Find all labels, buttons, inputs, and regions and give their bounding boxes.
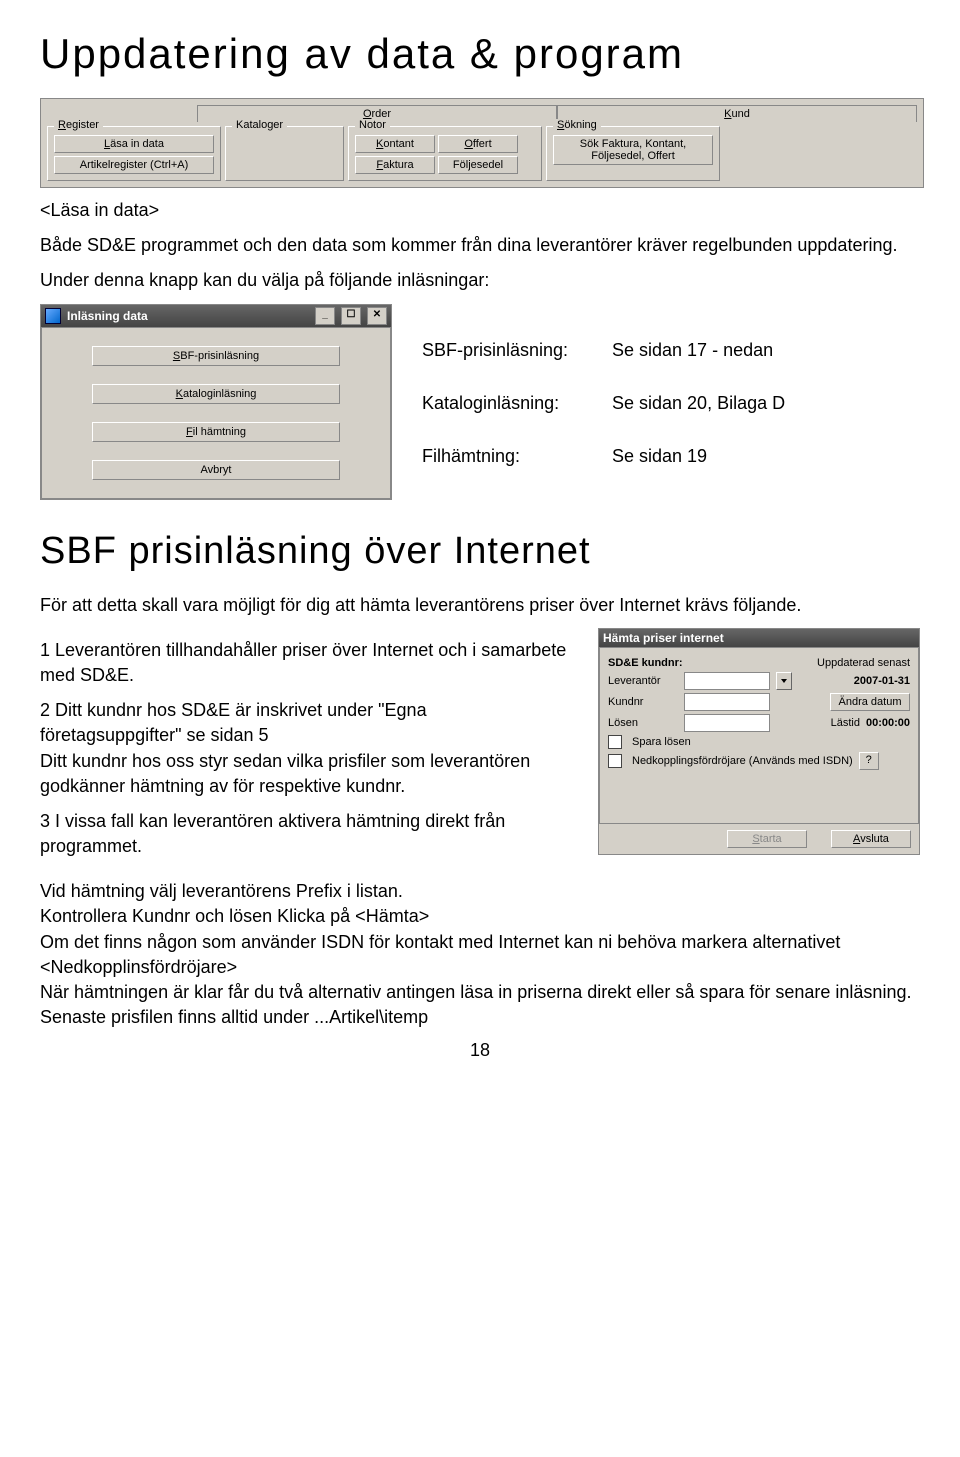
leverantor-label: Leverantör — [608, 675, 678, 687]
text-para5: Kontrollera Kundnr och lösen Klicka på <… — [40, 904, 920, 929]
btn-lasa-in-data[interactable]: Läsa in data — [54, 135, 214, 153]
text-intro2: Under denna knapp kan du välja på följan… — [40, 268, 920, 293]
hamta-titlebar[interactable]: Hämta priser internet — [599, 629, 919, 647]
inlasning-titlebar[interactable]: Inläsning data — [41, 305, 391, 327]
info-sbf: SBF-prisinläsning: Se sidan 17 - nedan — [422, 340, 920, 361]
page-title: Uppdatering av data & program — [40, 30, 920, 78]
maximize-icon[interactable] — [341, 307, 361, 325]
group-sokning-label: Sökning — [553, 119, 601, 131]
btn-avbryt[interactable]: Avbryt — [92, 460, 340, 480]
uppdaterad-label: Uppdaterad senast — [817, 657, 910, 669]
text-item1: 1 Leverantören tillhandahåller priser öv… — [40, 638, 568, 688]
kundnr-input[interactable] — [684, 693, 770, 711]
page-number: 18 — [40, 1040, 920, 1061]
text-lasa-in-data: <Läsa in data> — [40, 198, 920, 223]
text-intro1: Både SD&E programmet och den data som ko… — [40, 233, 920, 258]
info-katalog-label: Kataloginläsning: — [422, 393, 582, 414]
btn-fil-hamtning[interactable]: Fil hämtning — [92, 422, 340, 442]
minimize-icon[interactable] — [315, 307, 335, 325]
group-kataloger-label: Kataloger — [232, 119, 287, 131]
hamta-priser-window: Hämta priser internet SD&E kundnr: Uppda… — [598, 628, 920, 855]
toolbar-panel: Order Kund Register Läsa in data Artikel… — [40, 98, 924, 188]
spara-losen-checkbox[interactable] — [608, 735, 622, 749]
nedkoppl-label: Nedkopplingsfördröjare (Används med ISDN… — [632, 755, 853, 767]
leverantor-dropdown-icon[interactable] — [776, 672, 792, 690]
kundnr2-label: Kundnr — [608, 696, 678, 708]
text-item2a: 2 Ditt kundnr hos SD&E är inskrivet unde… — [40, 698, 568, 748]
lastid-value: 00:00:00 — [866, 717, 910, 729]
group-notor-label: Notor — [355, 119, 390, 131]
leverantor-input[interactable] — [684, 672, 770, 690]
help-icon[interactable]: ? — [859, 752, 879, 770]
section-subtitle: SBF prisinläsning över Internet — [40, 530, 920, 573]
info-sbf-label: SBF-prisinläsning: — [422, 340, 582, 361]
btn-starta[interactable]: Starta — [727, 830, 807, 848]
btn-foljesedel[interactable]: Följesedel — [438, 156, 518, 174]
btn-artikelregister[interactable]: Artikelregister (Ctrl+A) — [54, 156, 214, 174]
inlasning-title: Inläsning data — [67, 309, 309, 323]
info-katalog-value: Se sidan 20, Bilaga D — [612, 393, 785, 414]
btn-avsluta[interactable]: Avsluta — [831, 830, 911, 848]
info-sbf-value: Se sidan 17 - nedan — [612, 340, 773, 361]
btn-kontant[interactable]: Kontant — [355, 135, 435, 153]
text-para6: Om det finns någon som använder ISDN för… — [40, 930, 920, 980]
nedkoppl-checkbox[interactable] — [608, 754, 622, 768]
info-fil: Filhämtning: Se sidan 19 — [422, 446, 920, 467]
btn-faktura[interactable]: Faktura — [355, 156, 435, 174]
lastid-label: Lästid — [831, 717, 860, 729]
btn-andra-datum[interactable]: Ändra datum — [830, 693, 910, 711]
info-fil-label: Filhämtning: — [422, 446, 582, 467]
losen-label: Lösen — [608, 717, 678, 729]
losen-input[interactable] — [684, 714, 770, 732]
group-register-label: Register — [54, 119, 103, 131]
info-fil-value: Se sidan 19 — [612, 446, 707, 467]
spara-losen-label: Spara lösen — [632, 736, 691, 748]
btn-offert[interactable]: Offert — [438, 135, 518, 153]
text-item3: 3 I vissa fall kan leverantören aktivera… — [40, 809, 568, 859]
close-icon[interactable] — [367, 307, 387, 325]
text-item2b: Ditt kundnr hos oss styr sedan vilka pri… — [40, 749, 568, 799]
app-icon — [45, 308, 61, 324]
hamta-title: Hämta priser internet — [603, 631, 915, 645]
text-intro3: För att detta skall vara möjligt för dig… — [40, 593, 920, 618]
btn-sok-faktura[interactable]: Sök Faktura, Kontant, Följesedel, Offert — [553, 135, 713, 165]
text-para7: När hämtningen är klar får du två altern… — [40, 980, 920, 1030]
text-para4: Vid hämtning välj leverantörens Prefix i… — [40, 879, 920, 904]
kundnr-label: SD&E kundnr: — [608, 657, 708, 669]
uppdaterad-value: 2007-01-31 — [854, 675, 910, 687]
tab-kund[interactable]: Kund — [557, 105, 917, 122]
btn-sbf-prisinlasning[interactable]: SBF-prisinläsning — [92, 346, 340, 366]
info-katalog: Kataloginläsning: Se sidan 20, Bilaga D — [422, 393, 920, 414]
inlasning-window: Inläsning data SBF-prisinläsning Katalog… — [40, 304, 392, 500]
btn-kataloginlasning[interactable]: Kataloginläsning — [92, 384, 340, 404]
